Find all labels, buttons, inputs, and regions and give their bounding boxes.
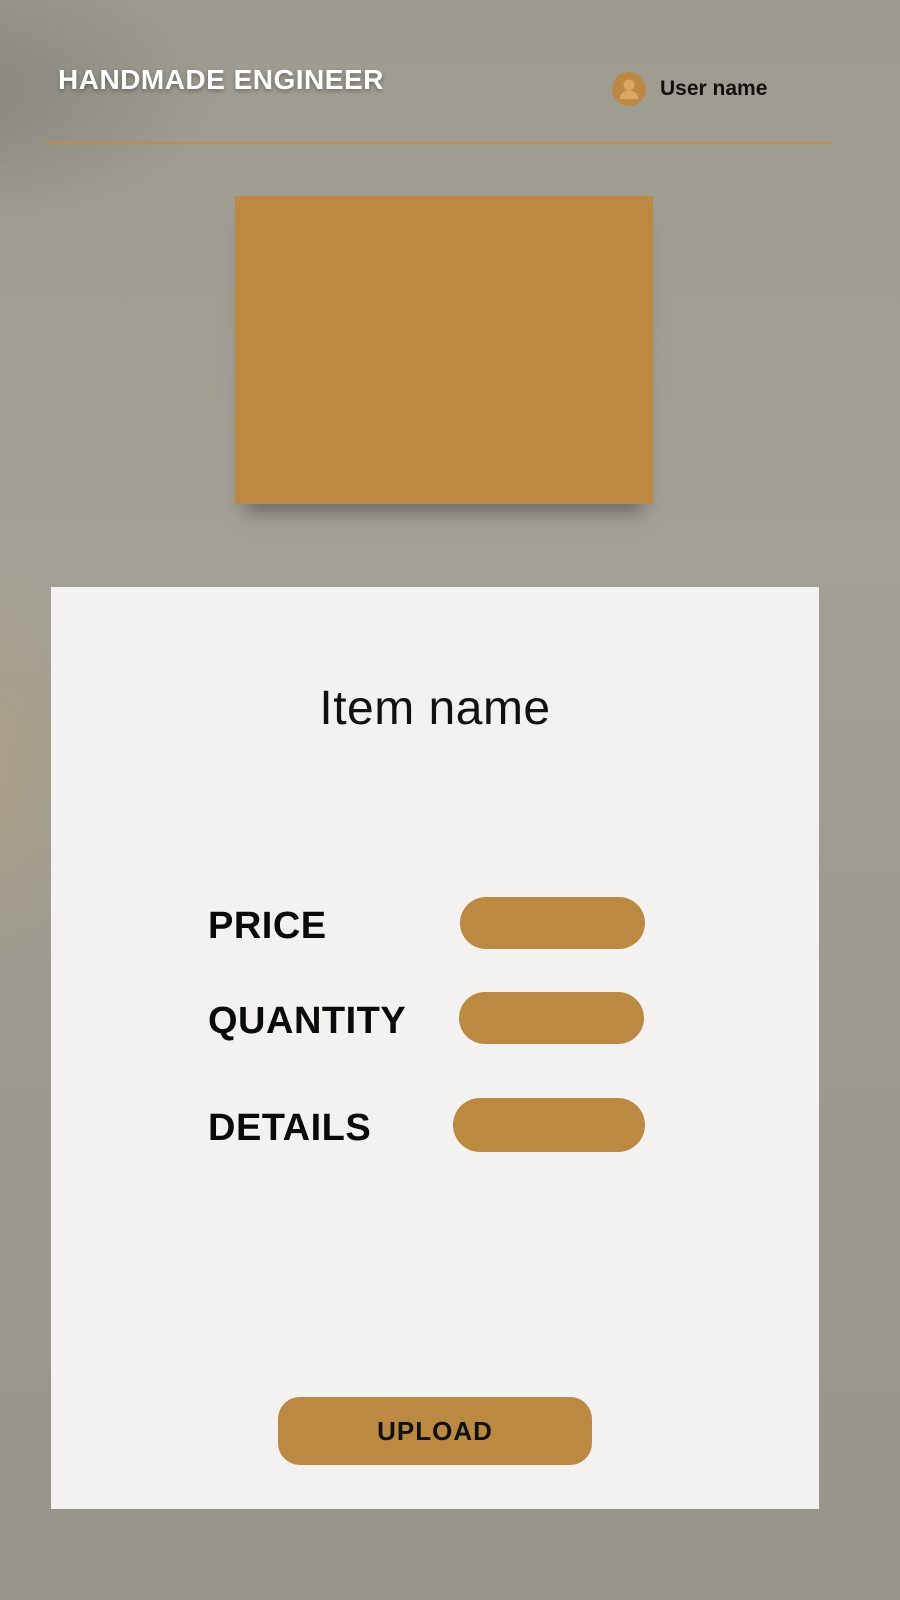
brand-title: HANDMADE ENGINEER	[58, 64, 384, 95]
header-divider	[46, 142, 832, 144]
user-name[interactable]: User name	[660, 77, 767, 101]
details-input[interactable]	[453, 1098, 645, 1152]
price-input[interactable]	[460, 897, 645, 949]
details-label: DETAILS	[208, 1107, 372, 1149]
upload-button[interactable]: UPLOAD	[278, 1397, 592, 1465]
price-label: PRICE	[208, 905, 327, 947]
user-menu[interactable]: User name	[612, 72, 767, 106]
quantity-input[interactable]	[459, 992, 644, 1044]
item-image-placeholder[interactable]	[235, 196, 653, 504]
user-icon	[612, 72, 646, 106]
quantity-label: QUANTITY	[208, 1000, 407, 1042]
item-name-title: Item name	[319, 682, 551, 735]
item-form-card: Item name PRICE QUANTITY DETAILS UPLOAD	[51, 587, 819, 1509]
